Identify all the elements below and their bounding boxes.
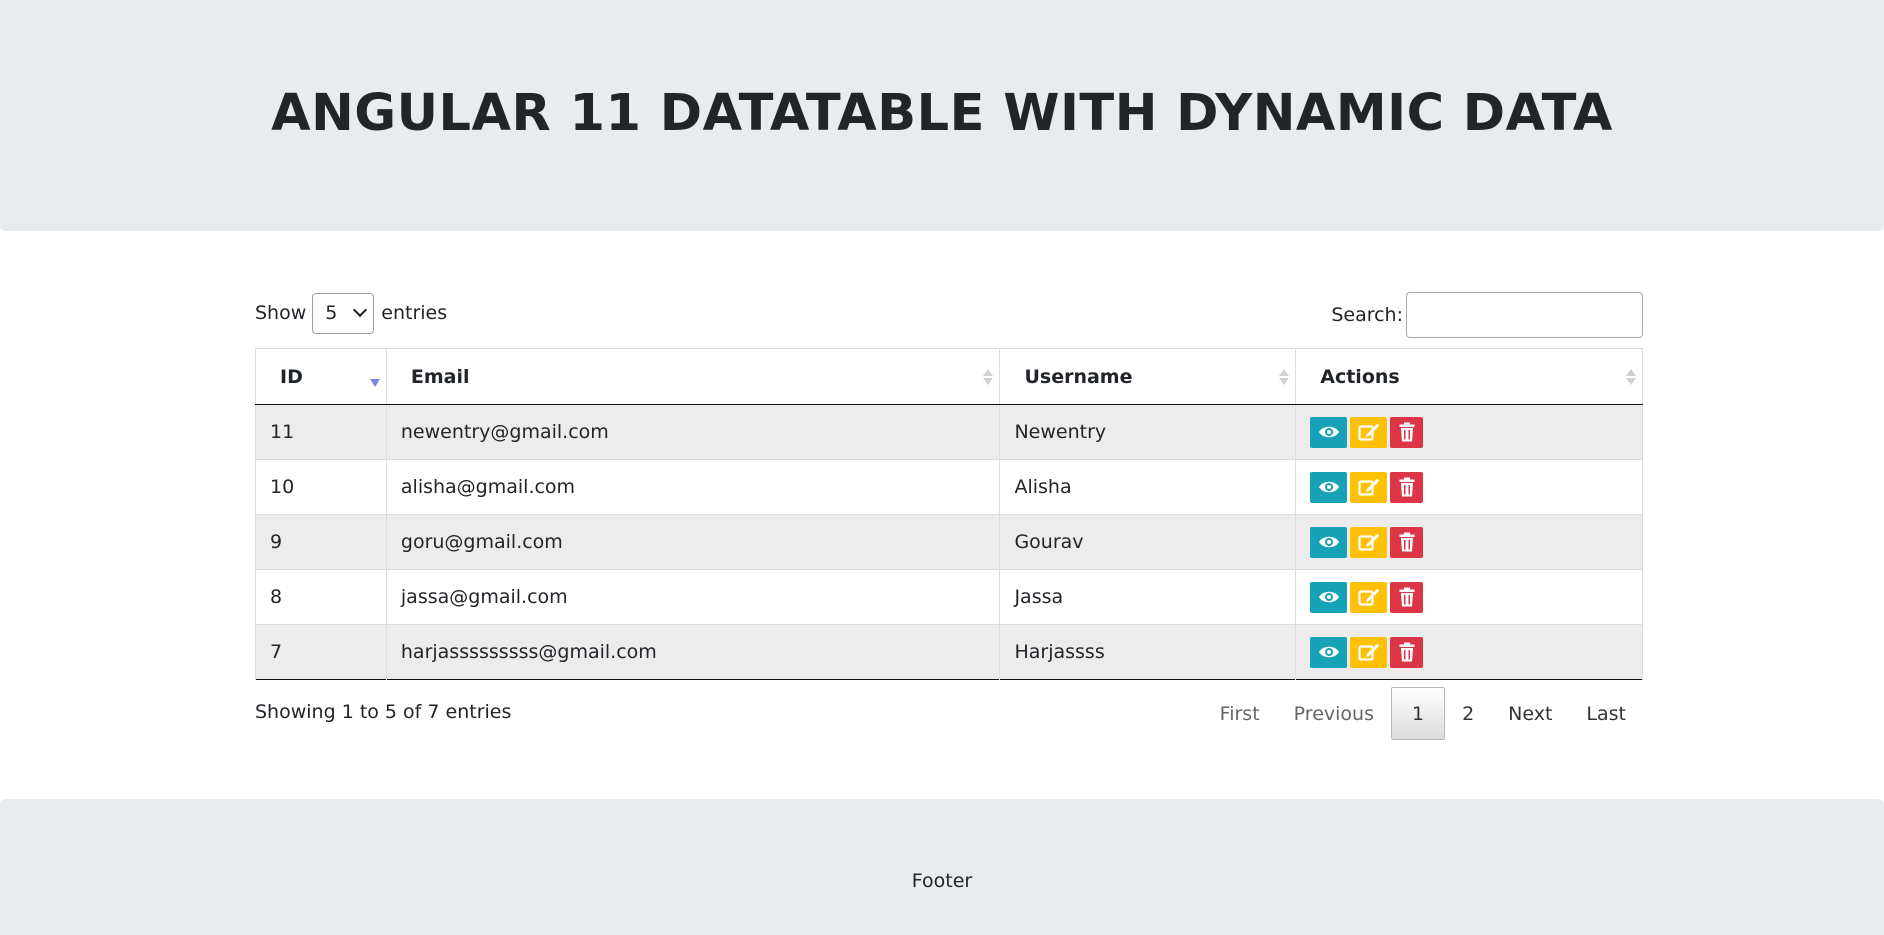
eye-icon bbox=[1318, 425, 1340, 439]
table-info: Showing 1 to 5 of 7 entries bbox=[255, 701, 512, 723]
cell-email: goru@gmail.com bbox=[385, 514, 1001, 570]
table-row: 11 newentry@gmail.com Newentry bbox=[255, 404, 1643, 460]
view-button[interactable] bbox=[1310, 471, 1348, 503]
trash-icon bbox=[1399, 587, 1415, 607]
search-label: Search: bbox=[1331, 304, 1403, 326]
column-header-actions[interactable]: Actions bbox=[1295, 348, 1643, 405]
edit-button[interactable] bbox=[1350, 416, 1388, 448]
row-actions bbox=[1310, 526, 1642, 558]
pagination-next-button[interactable]: Next bbox=[1491, 687, 1569, 740]
cell-id: 7 bbox=[255, 624, 387, 680]
edit-button[interactable] bbox=[1350, 526, 1388, 558]
eye-icon bbox=[1318, 480, 1340, 494]
column-header-username[interactable]: Username bbox=[999, 348, 1297, 405]
table-row: 10 alisha@gmail.com Alisha bbox=[255, 459, 1643, 515]
column-header-email[interactable]: Email bbox=[385, 348, 1001, 405]
pagination-page-2-button[interactable]: 2 bbox=[1445, 687, 1491, 740]
edit-button[interactable] bbox=[1350, 471, 1388, 503]
table-row: 7 harjasssssssss@gmail.com Harjassss bbox=[255, 624, 1643, 680]
row-actions bbox=[1310, 636, 1642, 668]
column-header-id[interactable]: ID bbox=[255, 348, 387, 405]
view-button[interactable] bbox=[1310, 526, 1348, 558]
pagination: First Previous 1 2 Next Last bbox=[1203, 687, 1643, 740]
row-actions bbox=[1310, 471, 1642, 503]
datatable-wrapper: Show 5 entries Search: ID Email Username bbox=[255, 231, 1643, 799]
delete-button[interactable] bbox=[1390, 416, 1424, 448]
sort-icon bbox=[1626, 368, 1636, 385]
eye-icon bbox=[1318, 590, 1340, 604]
cell-actions bbox=[1295, 624, 1643, 680]
users-table: ID Email Username Actions 11 newentry@gma… bbox=[255, 348, 1643, 680]
cell-actions bbox=[1295, 404, 1643, 460]
cell-actions bbox=[1295, 459, 1643, 515]
view-button[interactable] bbox=[1310, 636, 1348, 668]
chevron-down-icon bbox=[353, 302, 368, 318]
page-header: ANGULAR 11 DATATABLE WITH DYNAMIC DATA bbox=[0, 0, 1884, 231]
table-row: 9 goru@gmail.com Gourav bbox=[255, 514, 1643, 570]
search-control: Search: bbox=[1331, 292, 1643, 338]
table-body: 11 newentry@gmail.com Newentry 10 alisha@gma… bbox=[255, 404, 1643, 680]
delete-button[interactable] bbox=[1390, 636, 1424, 668]
cell-username: Newentry bbox=[999, 404, 1297, 460]
trash-icon bbox=[1399, 422, 1415, 442]
edit-icon bbox=[1358, 422, 1380, 442]
edit-button[interactable] bbox=[1350, 581, 1388, 613]
cell-id: 9 bbox=[255, 514, 387, 570]
cell-id: 11 bbox=[255, 404, 387, 460]
length-prefix-label: Show bbox=[255, 302, 307, 324]
page-title: ANGULAR 11 DATATABLE WITH DYNAMIC DATA bbox=[271, 84, 1613, 143]
row-actions bbox=[1310, 581, 1642, 613]
search-input[interactable] bbox=[1406, 292, 1643, 338]
pagination-previous-button[interactable]: Previous bbox=[1277, 687, 1391, 740]
cell-email: newentry@gmail.com bbox=[385, 404, 1001, 460]
edit-icon bbox=[1358, 477, 1380, 497]
delete-button[interactable] bbox=[1390, 471, 1424, 503]
cell-id: 10 bbox=[255, 459, 387, 515]
pagination-last-button[interactable]: Last bbox=[1569, 687, 1643, 740]
pagination-first-button[interactable]: First bbox=[1203, 687, 1277, 740]
length-select-value: 5 bbox=[325, 302, 338, 324]
trash-icon bbox=[1399, 477, 1415, 497]
row-actions bbox=[1310, 416, 1642, 448]
entries-length-select[interactable]: 5 bbox=[312, 292, 375, 334]
cell-actions bbox=[1295, 569, 1643, 625]
length-suffix-label: entries bbox=[381, 302, 448, 324]
cell-email: alisha@gmail.com bbox=[385, 459, 1001, 515]
trash-icon bbox=[1399, 532, 1415, 552]
cell-id: 8 bbox=[255, 569, 387, 625]
cell-email: harjasssssssss@gmail.com bbox=[385, 624, 1001, 680]
column-header-label: Actions bbox=[1320, 365, 1400, 388]
page-footer: Footer bbox=[0, 799, 1884, 935]
edit-button[interactable] bbox=[1350, 636, 1388, 668]
view-button[interactable] bbox=[1310, 581, 1348, 613]
delete-button[interactable] bbox=[1390, 526, 1424, 558]
edit-icon bbox=[1358, 642, 1380, 662]
sort-icon bbox=[983, 368, 994, 385]
cell-username: Alisha bbox=[999, 459, 1297, 515]
entries-length-control: Show 5 entries bbox=[255, 292, 448, 334]
eye-icon bbox=[1318, 535, 1340, 549]
column-header-label: Email bbox=[410, 365, 470, 388]
pagination-page-1-button[interactable]: 1 bbox=[1390, 687, 1446, 740]
edit-icon bbox=[1358, 532, 1380, 552]
cell-username: Gourav bbox=[999, 514, 1297, 570]
cell-username: Jassa bbox=[999, 569, 1297, 625]
column-header-label: ID bbox=[280, 365, 303, 388]
cell-username: Harjassss bbox=[999, 624, 1297, 680]
trash-icon bbox=[1399, 642, 1415, 662]
table-row: 8 jassa@gmail.com Jassa bbox=[255, 569, 1643, 625]
table-header-row: ID Email Username Actions bbox=[255, 348, 1643, 405]
footer-text: Footer bbox=[911, 870, 973, 892]
cell-actions bbox=[1295, 514, 1643, 570]
edit-icon bbox=[1358, 587, 1380, 607]
eye-icon bbox=[1318, 645, 1340, 659]
view-button[interactable] bbox=[1310, 416, 1348, 448]
sort-icon bbox=[1279, 368, 1290, 385]
cell-email: jassa@gmail.com bbox=[385, 569, 1001, 625]
sort-descending-icon bbox=[369, 379, 380, 387]
delete-button[interactable] bbox=[1390, 581, 1424, 613]
column-header-label: Username bbox=[1024, 365, 1133, 388]
